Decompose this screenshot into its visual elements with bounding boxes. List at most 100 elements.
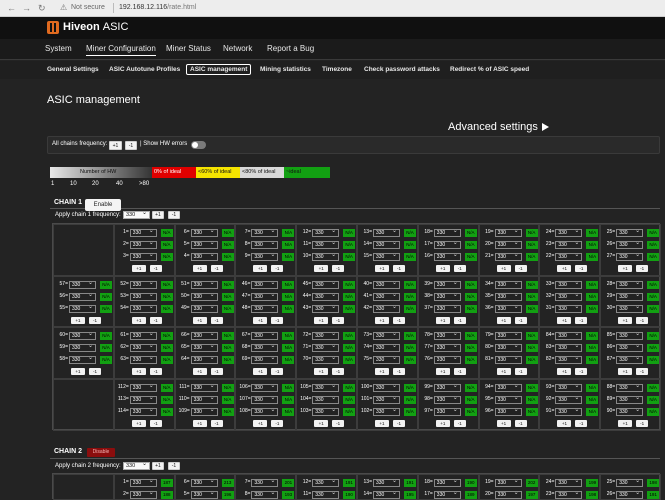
chip-frequency-select[interactable]: 330 bbox=[251, 478, 279, 487]
chip-group-plus-button[interactable]: +1 bbox=[496, 265, 511, 272]
chip-frequency-select[interactable]: 330 bbox=[312, 407, 340, 417]
advanced-settings-toggle[interactable]: Advanced settings bbox=[448, 121, 549, 133]
chip-group-minus-button[interactable]: -1 bbox=[514, 316, 527, 324]
chip-frequency-select[interactable]: 330 bbox=[190, 407, 218, 417]
chain2-plus-button[interactable]: +1 bbox=[152, 462, 164, 470]
chip-frequency-select[interactable]: 330 bbox=[129, 240, 157, 249]
chip-frequency-select[interactable]: 330 bbox=[129, 490, 157, 499]
chip-group-minus-button[interactable]: -1 bbox=[453, 420, 466, 428]
chip-frequency-select[interactable]: 330 bbox=[129, 280, 157, 289]
chip-group-plus-button[interactable]: +1 bbox=[435, 368, 450, 376]
chip-group-minus-button[interactable]: -1 bbox=[149, 420, 162, 428]
chip-frequency-select[interactable]: 330 bbox=[616, 355, 644, 365]
chip-frequency-select[interactable]: 330 bbox=[433, 343, 461, 353]
chip-frequency-select[interactable]: 330 bbox=[190, 383, 218, 393]
chip-frequency-select[interactable]: 330 bbox=[373, 331, 400, 341]
chip-frequency-select[interactable]: 330 bbox=[616, 292, 644, 301]
chip-frequency-select[interactable]: 330 bbox=[616, 228, 644, 237]
chip-frequency-select[interactable]: 330 bbox=[190, 343, 218, 353]
chip-frequency-select[interactable]: 330 bbox=[251, 228, 279, 237]
chip-frequency-select[interactable]: 330 bbox=[373, 228, 400, 237]
chip-group-plus-button[interactable]: +1 bbox=[435, 265, 450, 272]
chip-group-minus-button[interactable]: -1 bbox=[453, 368, 466, 376]
chip-frequency-select[interactable]: 330 bbox=[373, 240, 400, 249]
chip-group-minus-button[interactable]: -1 bbox=[453, 265, 466, 272]
chip-group-minus-button[interactable]: -1 bbox=[453, 316, 466, 324]
chip-group-plus-button[interactable]: +1 bbox=[192, 420, 207, 428]
chip-frequency-select[interactable]: 330 bbox=[373, 343, 400, 353]
chip-group-plus-button[interactable]: +1 bbox=[375, 368, 389, 376]
chip-frequency-select[interactable]: 330 bbox=[190, 240, 218, 249]
chip-frequency-select[interactable]: 330 bbox=[433, 331, 461, 341]
chip-group-plus-button[interactable]: +1 bbox=[618, 420, 633, 428]
show-hw-errors-toggle[interactable] bbox=[191, 141, 206, 149]
chip-group-plus-button[interactable]: +1 bbox=[253, 316, 268, 324]
chip-frequency-select[interactable]: 330 bbox=[190, 228, 218, 237]
subnav-password-attacks[interactable]: Check password attacks bbox=[364, 66, 440, 73]
chip-group-plus-button[interactable]: +1 bbox=[253, 420, 268, 428]
chain2-frequency-select[interactable]: 330 bbox=[123, 461, 150, 470]
chip-frequency-select[interactable]: 330 bbox=[251, 490, 279, 499]
chip-frequency-select[interactable]: 330 bbox=[251, 331, 279, 341]
not-secure-label[interactable]: Not secure bbox=[71, 4, 105, 11]
nav-miner-status[interactable]: Miner Status bbox=[166, 44, 211, 53]
chip-frequency-select[interactable]: 330 bbox=[312, 280, 340, 289]
chip-group-plus-button[interactable]: +1 bbox=[71, 316, 85, 324]
chip-frequency-select[interactable]: 330 bbox=[69, 280, 96, 289]
chip-group-minus-button[interactable]: -1 bbox=[271, 420, 284, 428]
chip-frequency-select[interactable]: 330 bbox=[433, 292, 461, 301]
chip-group-plus-button[interactable]: +1 bbox=[496, 316, 511, 324]
chip-group-minus-button[interactable]: -1 bbox=[210, 420, 223, 428]
chip-frequency-select[interactable]: 330 bbox=[616, 490, 644, 499]
chip-frequency-select[interactable]: 330 bbox=[616, 252, 644, 261]
chip-frequency-select[interactable]: 330 bbox=[190, 304, 218, 313]
all-chains-plus-button[interactable]: +1 bbox=[109, 141, 122, 150]
chip-frequency-select[interactable]: 330 bbox=[433, 395, 461, 405]
chip-frequency-select[interactable]: 330 bbox=[129, 252, 157, 261]
chip-group-minus-button[interactable]: -1 bbox=[636, 368, 649, 376]
chip-frequency-select[interactable]: 330 bbox=[616, 240, 644, 249]
chip-frequency-select[interactable]: 330 bbox=[190, 395, 218, 405]
chip-frequency-select[interactable]: 330 bbox=[433, 490, 461, 499]
brand-name[interactable]: Hiveon ASIC bbox=[63, 21, 128, 33]
chip-frequency-select[interactable]: 330 bbox=[190, 292, 218, 301]
chain2-minus-button[interactable]: -1 bbox=[168, 462, 180, 470]
chip-frequency-select[interactable]: 330 bbox=[616, 395, 644, 405]
chip-frequency-select[interactable]: 330 bbox=[433, 478, 461, 487]
chip-group-minus-button[interactable]: -1 bbox=[89, 316, 101, 324]
chip-group-plus-button[interactable]: +1 bbox=[375, 420, 389, 428]
chip-group-plus-button[interactable]: +1 bbox=[557, 265, 572, 272]
chip-frequency-select[interactable]: 330 bbox=[129, 478, 157, 487]
chip-frequency-select[interactable]: 330 bbox=[555, 395, 583, 405]
chain1-plus-button[interactable]: +1 bbox=[152, 211, 164, 219]
chip-frequency-select[interactable]: 330 bbox=[494, 292, 522, 301]
chain1-minus-button[interactable]: -1 bbox=[168, 211, 180, 219]
chip-group-plus-button[interactable]: +1 bbox=[131, 265, 146, 272]
chip-frequency-select[interactable]: 330 bbox=[129, 355, 157, 365]
chip-frequency-select[interactable]: 330 bbox=[251, 407, 279, 417]
subnav-mining-statistics[interactable]: Mining statistics bbox=[260, 66, 311, 73]
chip-frequency-select[interactable]: 330 bbox=[373, 304, 400, 313]
chip-group-minus-button[interactable]: -1 bbox=[89, 368, 101, 376]
forward-icon[interactable]: → bbox=[22, 3, 31, 13]
chip-frequency-select[interactable]: 330 bbox=[190, 490, 218, 499]
chip-frequency-select[interactable]: 330 bbox=[190, 331, 218, 341]
chip-group-minus-button[interactable]: -1 bbox=[149, 265, 162, 272]
chip-frequency-select[interactable]: 330 bbox=[373, 355, 400, 365]
chip-frequency-select[interactable]: 330 bbox=[494, 252, 522, 261]
chip-frequency-select[interactable]: 330 bbox=[251, 355, 279, 365]
chip-group-minus-button[interactable]: -1 bbox=[514, 420, 527, 428]
chip-frequency-select[interactable]: 330 bbox=[373, 478, 400, 487]
chip-frequency-select[interactable]: 330 bbox=[251, 252, 279, 261]
chip-group-minus-button[interactable]: -1 bbox=[332, 368, 345, 376]
chip-frequency-select[interactable]: 330 bbox=[129, 407, 157, 417]
chip-frequency-select[interactable]: 330 bbox=[555, 240, 583, 249]
chip-frequency-select[interactable]: 330 bbox=[251, 304, 279, 313]
chip-group-plus-button[interactable]: +1 bbox=[192, 265, 207, 272]
chip-frequency-select[interactable]: 330 bbox=[494, 407, 522, 417]
chip-frequency-select[interactable]: 330 bbox=[69, 292, 96, 301]
chip-group-plus-button[interactable]: +1 bbox=[253, 368, 268, 376]
chip-group-minus-button[interactable]: -1 bbox=[393, 368, 405, 376]
chip-group-plus-button[interactable]: +1 bbox=[192, 368, 207, 376]
chip-frequency-select[interactable]: 330 bbox=[494, 240, 522, 249]
